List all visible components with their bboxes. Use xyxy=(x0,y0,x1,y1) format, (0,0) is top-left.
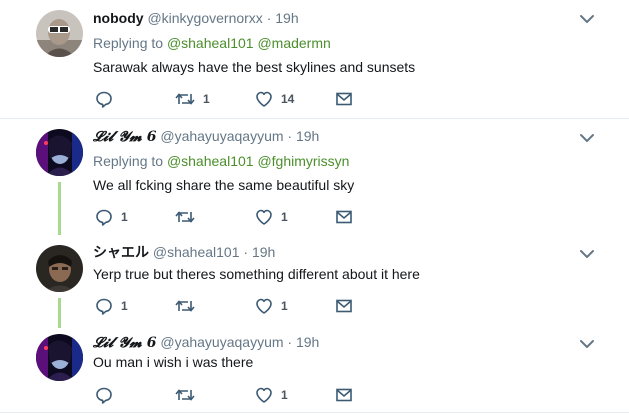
reply-icon xyxy=(96,209,112,226)
display-name[interactable]: nobody xyxy=(93,10,144,26)
mention-link[interactable]: @madermn xyxy=(257,35,330,51)
heart-icon xyxy=(256,209,272,225)
like-count: 1 xyxy=(281,210,288,224)
retweet-icon xyxy=(175,93,195,105)
separator: · xyxy=(243,244,249,260)
direct-message-button[interactable] xyxy=(335,207,353,227)
tweet-text: We all fcking share the same beautiful s… xyxy=(93,177,355,193)
like-count: 1 xyxy=(281,388,288,402)
replying-to: Replying to @shaheal101 @madermn xyxy=(93,34,331,52)
separator: · xyxy=(287,334,293,350)
direct-message-button[interactable] xyxy=(335,296,353,316)
tweet-header: 𝓛𝓲𝓵 𝓨𝓶 6 @yahayuyaqayyum · 19h xyxy=(93,127,319,146)
tweet-1[interactable]: nobody @kinkygovernorxx · 19h Replying t… xyxy=(0,0,629,118)
message-icon xyxy=(336,299,352,313)
reply-button[interactable]: 1 xyxy=(95,207,128,227)
display-name[interactable]: シャエル xyxy=(93,244,149,260)
display-name[interactable]: 𝓛𝓲𝓵 𝓨𝓶 6 xyxy=(93,129,156,145)
user-handle[interactable]: @yahayuyaqayyum xyxy=(160,334,283,350)
timestamp[interactable]: 19h xyxy=(252,244,275,260)
reply-icon xyxy=(96,298,112,315)
like-count: 14 xyxy=(281,92,295,106)
reply-count: 1 xyxy=(121,299,128,313)
direct-message-button[interactable] xyxy=(335,385,353,405)
reply-button[interactable] xyxy=(95,89,121,109)
heart-icon xyxy=(256,387,272,403)
tweet-text: Yerp true but theres something different… xyxy=(93,266,420,282)
like-button[interactable]: 1 xyxy=(255,207,288,227)
tweet-actions: 1 xyxy=(93,385,373,405)
chevron-down-icon[interactable] xyxy=(578,12,596,26)
like-button[interactable]: 1 xyxy=(255,385,288,405)
tweet-actions: 1 1 xyxy=(93,296,373,316)
avatar[interactable] xyxy=(36,129,83,176)
message-icon xyxy=(336,92,352,106)
retweet-button[interactable] xyxy=(175,207,203,227)
user-handle[interactable]: @shaheal101 xyxy=(153,244,240,260)
mention-link[interactable]: @shaheal101 xyxy=(167,35,254,51)
like-button[interactable]: 14 xyxy=(255,89,294,109)
separator: · xyxy=(287,128,293,144)
separator: · xyxy=(266,10,272,26)
retweet-count: 1 xyxy=(203,92,210,106)
retweet-button[interactable]: 1 xyxy=(175,89,210,109)
like-count: 1 xyxy=(281,299,288,313)
reply-button[interactable] xyxy=(95,385,121,405)
divider xyxy=(0,412,629,413)
timestamp[interactable]: 19h xyxy=(296,334,319,350)
message-icon xyxy=(336,210,352,224)
retweet-icon xyxy=(175,211,195,223)
like-button[interactable]: 1 xyxy=(255,296,288,316)
retweet-button[interactable] xyxy=(175,296,203,316)
reply-icon xyxy=(96,387,112,404)
replying-label: Replying to xyxy=(93,153,164,169)
tweet-2[interactable]: 𝓛𝓲𝓵 𝓨𝓶 6 @yahayuyaqayyum · 19h Replying … xyxy=(0,119,629,234)
display-name[interactable]: 𝓛𝓲𝓵 𝓨𝓶 6 xyxy=(93,335,156,351)
timestamp[interactable]: 19h xyxy=(296,128,319,144)
chevron-down-icon[interactable] xyxy=(578,247,596,261)
chevron-down-icon[interactable] xyxy=(578,337,596,351)
tweet-actions: 1 1 xyxy=(93,207,373,227)
tweet-header: nobody @kinkygovernorxx · 19h xyxy=(93,9,299,27)
tweet-header: シャエル @shaheal101 · 19h xyxy=(93,243,275,261)
message-icon xyxy=(336,388,352,402)
user-handle[interactable]: @kinkygovernorxx xyxy=(147,10,262,26)
reply-button[interactable]: 1 xyxy=(95,296,128,316)
reply-count: 1 xyxy=(121,210,128,224)
retweet-button[interactable] xyxy=(175,385,203,405)
avatar[interactable] xyxy=(36,245,83,292)
heart-icon xyxy=(256,91,272,107)
tweet-header: 𝓛𝓲𝓵 𝓨𝓶 6 @yahayuyaqayyum · 19h xyxy=(93,333,319,352)
tweet-text: Sarawak always have the best skylines an… xyxy=(93,59,416,75)
replying-to: Replying to @shaheal101 @fghimyrissyn xyxy=(93,152,349,170)
direct-message-button[interactable] xyxy=(335,89,353,109)
timestamp[interactable]: 19h xyxy=(275,10,298,26)
heart-icon xyxy=(256,298,272,314)
tweet-3[interactable]: シャエル @shaheal101 · 19h Yerp true but the… xyxy=(0,235,629,328)
chevron-down-icon[interactable] xyxy=(578,131,596,145)
reply-icon xyxy=(96,91,112,108)
retweet-icon xyxy=(175,389,195,401)
user-handle[interactable]: @yahayuyaqayyum xyxy=(160,128,283,144)
replying-label: Replying to xyxy=(93,35,164,51)
mention-link[interactable]: @shaheal101 xyxy=(167,153,254,169)
tweet-actions: 1 14 xyxy=(93,89,373,109)
avatar[interactable] xyxy=(36,334,83,381)
tweet-4[interactable]: 𝓛𝓲𝓵 𝓨𝓶 6 @yahayuyaqayyum · 19h Ou man i … xyxy=(0,324,629,415)
retweet-icon xyxy=(175,300,195,312)
tweet-text: Ou man i wish i was there xyxy=(93,354,254,370)
avatar[interactable] xyxy=(36,10,83,57)
mention-link[interactable]: @fghimyrissyn xyxy=(257,153,349,169)
